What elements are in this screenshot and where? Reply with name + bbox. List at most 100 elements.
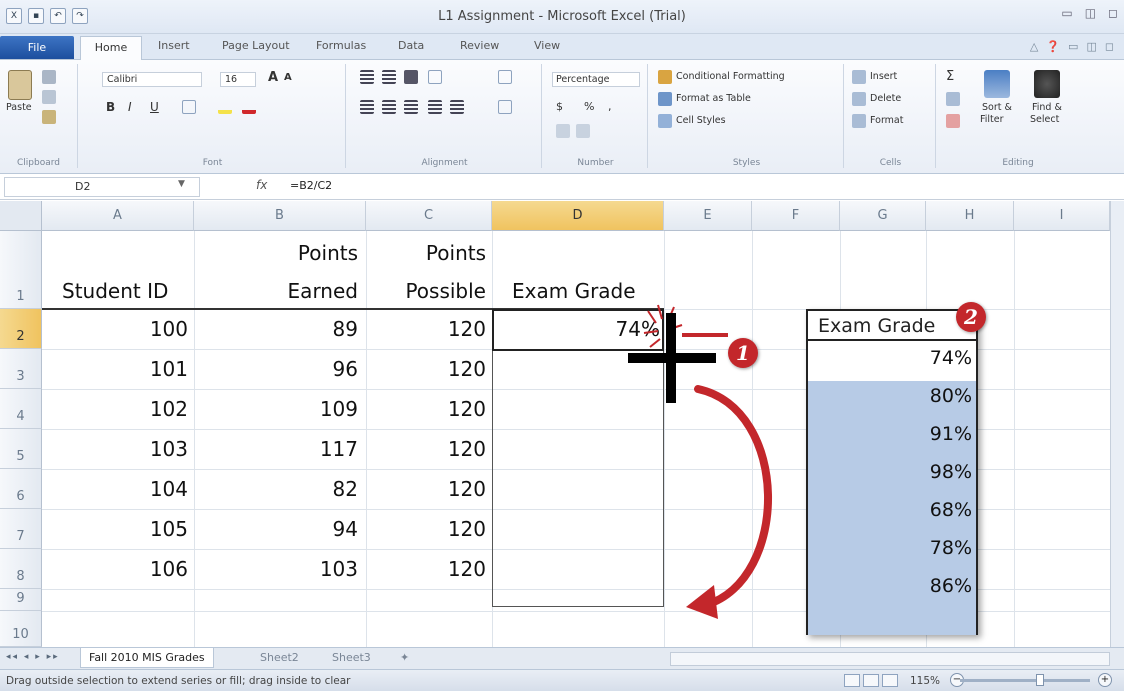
- column-header-f[interactable]: F: [752, 201, 840, 231]
- align-bottom-icon[interactable]: [404, 70, 418, 84]
- cell-b8[interactable]: 103: [194, 557, 358, 581]
- tab-view[interactable]: View: [534, 39, 560, 52]
- restore-icon[interactable]: ◫: [1085, 6, 1096, 20]
- font-color-icon[interactable]: [242, 100, 256, 114]
- cell-b1-top[interactable]: Points: [194, 241, 358, 265]
- tab-page-layout[interactable]: Page Layout: [222, 39, 290, 52]
- zoom-in-icon[interactable]: +: [1098, 673, 1112, 687]
- close-icon[interactable]: ◻: [1108, 6, 1118, 20]
- cell-c6[interactable]: 120: [366, 477, 486, 501]
- tab-file[interactable]: File: [0, 36, 74, 59]
- row-header-8[interactable]: 8: [0, 549, 42, 589]
- page-break-view-icon[interactable]: [882, 674, 898, 687]
- align-top-icon[interactable]: [360, 70, 374, 84]
- cell-a5[interactable]: 103: [42, 437, 188, 461]
- vertical-scrollbar[interactable]: [1110, 201, 1124, 647]
- zoom-slider-handle[interactable]: [1036, 674, 1044, 686]
- font-name-box[interactable]: Calibri: [102, 72, 202, 87]
- cell-c5[interactable]: 120: [366, 437, 486, 461]
- clear-icon[interactable]: [946, 114, 960, 128]
- cell-a3[interactable]: 101: [42, 357, 188, 381]
- number-format-box[interactable]: Percentage: [552, 72, 640, 87]
- minimize-doc-icon[interactable]: ▭: [1068, 40, 1078, 53]
- conditional-formatting-button[interactable]: Conditional Formatting: [676, 71, 785, 82]
- row-header-3[interactable]: 3: [0, 349, 42, 389]
- align-middle-icon[interactable]: [382, 70, 396, 84]
- cell-a4[interactable]: 102: [42, 397, 188, 421]
- copy-icon[interactable]: [42, 90, 56, 104]
- row-header-7[interactable]: 7: [0, 509, 42, 549]
- tab-insert[interactable]: Insert: [158, 39, 190, 52]
- format-cells-button[interactable]: Format: [870, 115, 903, 126]
- normal-view-icon[interactable]: [844, 674, 860, 687]
- formula-input[interactable]: =B2/C2: [290, 179, 332, 192]
- delete-cells-button[interactable]: Delete: [870, 93, 901, 104]
- cell-b4[interactable]: 109: [194, 397, 358, 421]
- chevron-down-icon[interactable]: ▼: [178, 179, 185, 189]
- column-header-d[interactable]: D: [492, 201, 664, 231]
- column-header-g[interactable]: G: [840, 201, 926, 231]
- cell-c7[interactable]: 120: [366, 517, 486, 541]
- percent-button[interactable]: %: [584, 100, 594, 113]
- row-header-5[interactable]: 5: [0, 429, 42, 469]
- filter-label[interactable]: Filter: [980, 114, 1004, 125]
- restore-doc-icon[interactable]: ◫: [1086, 40, 1096, 53]
- cut-icon[interactable]: [42, 70, 56, 84]
- sort-filter-icon[interactable]: [984, 70, 1010, 98]
- shrink-font-icon[interactable]: A: [284, 72, 292, 83]
- row-header-2[interactable]: 2: [0, 309, 42, 349]
- format-as-table-button[interactable]: Format as Table: [676, 93, 751, 104]
- column-header-a[interactable]: A: [42, 201, 194, 231]
- cell-b1-bottom[interactable]: Earned: [194, 279, 358, 303]
- underline-button[interactable]: U: [150, 100, 159, 114]
- tab-data[interactable]: Data: [398, 39, 424, 52]
- column-header-e[interactable]: E: [664, 201, 752, 231]
- orientation-icon[interactable]: [428, 70, 442, 84]
- cell-c3[interactable]: 120: [366, 357, 486, 381]
- align-right-icon[interactable]: [404, 100, 418, 114]
- select-label[interactable]: Select: [1030, 114, 1059, 125]
- decrease-decimal-icon[interactable]: [576, 124, 590, 138]
- column-header-h[interactable]: H: [926, 201, 1014, 231]
- close-doc-icon[interactable]: ◻: [1105, 40, 1114, 53]
- currency-button[interactable]: $: [556, 100, 563, 113]
- merge-center-icon[interactable]: [498, 100, 512, 114]
- column-header-c[interactable]: C: [366, 201, 492, 231]
- align-center-icon[interactable]: [382, 100, 396, 114]
- cell-d1[interactable]: Exam Grade: [512, 279, 636, 303]
- name-box[interactable]: D2: [4, 177, 200, 197]
- paste-label[interactable]: Paste: [6, 102, 32, 113]
- select-all-button[interactable]: [0, 201, 42, 231]
- collapse-ribbon-icon[interactable]: △: [1030, 40, 1038, 53]
- conditional-formatting-icon[interactable]: [658, 70, 672, 84]
- row-header-4[interactable]: 4: [0, 389, 42, 429]
- grow-font-icon[interactable]: A: [268, 70, 278, 85]
- sort-label[interactable]: Sort &: [982, 102, 1012, 113]
- format-painter-icon[interactable]: [42, 110, 56, 124]
- cell-b3[interactable]: 96: [194, 357, 358, 381]
- find-binoculars-icon[interactable]: [1034, 70, 1060, 98]
- cell-c1-top[interactable]: Points: [366, 241, 486, 265]
- row-header-1[interactable]: 1: [0, 231, 42, 309]
- cell-b2[interactable]: 89: [194, 317, 358, 341]
- column-header-b[interactable]: B: [194, 201, 366, 231]
- zoom-slider[interactable]: [960, 679, 1090, 682]
- find-label[interactable]: Find &: [1032, 102, 1062, 113]
- autosum-button[interactable]: Σ: [946, 69, 954, 84]
- cell-styles-button[interactable]: Cell Styles: [676, 115, 726, 126]
- sheet-nav-arrows-icon[interactable]: ◂◂ ◂ ▸ ▸▸: [6, 652, 60, 662]
- cell-a6[interactable]: 104: [42, 477, 188, 501]
- cell-a2[interactable]: 100: [42, 317, 188, 341]
- insert-function-icon[interactable]: fx: [256, 178, 267, 192]
- format-cells-icon[interactable]: [852, 114, 866, 128]
- cell-a1[interactable]: Student ID: [62, 279, 168, 303]
- cell-styles-icon[interactable]: [658, 114, 672, 128]
- tab-formulas[interactable]: Formulas: [316, 39, 366, 52]
- sheet-tab-sheet2[interactable]: Sheet2: [252, 648, 307, 668]
- cell-c2[interactable]: 120: [366, 317, 486, 341]
- tab-home[interactable]: Home: [80, 36, 142, 61]
- delete-cells-icon[interactable]: [852, 92, 866, 106]
- cell-a8[interactable]: 106: [42, 557, 188, 581]
- page-layout-view-icon[interactable]: [863, 674, 879, 687]
- fill-color-icon[interactable]: [218, 100, 232, 114]
